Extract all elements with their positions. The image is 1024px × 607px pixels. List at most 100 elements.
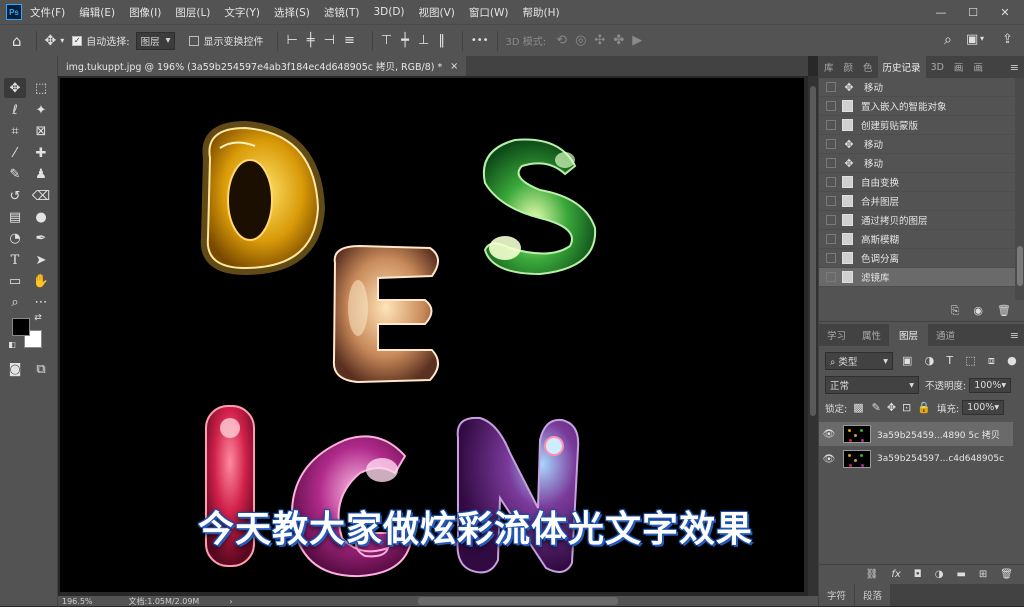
tab-paragraph[interactable]: 段落 (855, 584, 891, 606)
history-item[interactable]: 色调分离 (819, 249, 1015, 268)
tab-3d[interactable]: 3D (926, 56, 949, 78)
history-item[interactable]: ✥ 移动 (819, 78, 1015, 97)
stamp-tool-icon[interactable]: ♟ (30, 164, 52, 184)
menu-select[interactable]: 选择(S) (274, 5, 310, 20)
lock-position-icon[interactable]: ✥ (887, 401, 896, 414)
history-checkbox[interactable] (826, 196, 836, 206)
panel-menu-icon[interactable]: ≡ (1010, 324, 1024, 346)
history-checkbox[interactable] (826, 234, 836, 244)
history-item[interactable]: 自由变换 (819, 173, 1015, 192)
3d-roll-icon[interactable]: ◎ (575, 33, 586, 48)
home-icon[interactable]: ⌂ (12, 32, 22, 50)
gradient-tool-icon[interactable]: ▤ (4, 207, 26, 227)
history-scroll-thumb[interactable] (1017, 246, 1023, 286)
maximize-icon[interactable]: ☐ (956, 0, 990, 24)
path-select-icon[interactable]: ➤ (30, 250, 52, 270)
snapshot-camera-icon[interactable]: ◉ (973, 304, 983, 317)
tab-channels[interactable]: 通道 (928, 324, 963, 346)
eyedropper-icon[interactable]: ⁄ (4, 143, 26, 163)
tab-history[interactable]: 历史记录 (877, 56, 926, 78)
tab-brushes[interactable]: 画 (949, 56, 969, 78)
tab-libraries[interactable]: 库 (819, 56, 839, 78)
history-checkbox[interactable] (826, 158, 836, 168)
3d-pan-icon[interactable]: ✣ (594, 33, 605, 48)
tab-swatches[interactable]: 色 (858, 56, 878, 78)
lasso-tool-icon[interactable]: ℓ (4, 100, 26, 120)
align-top-icon[interactable]: ⊤ (381, 33, 392, 48)
history-checkbox[interactable] (826, 272, 836, 282)
brush-tool-icon[interactable]: ✎ (4, 164, 26, 184)
history-checkbox[interactable] (826, 120, 836, 130)
align-left-icon[interactable]: ⊢ (286, 33, 297, 48)
tab-character[interactable]: 字符 (819, 584, 855, 606)
new-group-icon[interactable]: ▬ (956, 569, 965, 580)
share-icon[interactable]: ⇪ (1002, 32, 1013, 47)
move-tool-icon[interactable]: ✥ (45, 33, 57, 49)
status-arrow-icon[interactable]: › (229, 597, 232, 606)
menu-edit[interactable]: 编辑(E) (79, 5, 115, 20)
default-colors-icon[interactable]: ◧ (6, 338, 18, 350)
history-item[interactable]: 通过拷贝的图层 (819, 211, 1015, 230)
trash-icon[interactable]: 🗑 (997, 304, 1011, 317)
fill-input[interactable]: 100% ▾ (962, 400, 1005, 415)
swap-colors-icon[interactable]: ⇄ (32, 312, 44, 324)
menu-3d[interactable]: 3D(D) (373, 6, 404, 18)
lock-all-icon[interactable]: 🔒 (917, 401, 931, 414)
eye-icon[interactable]: 👁 (819, 429, 839, 440)
search-icon[interactable]: ⌕ (944, 32, 952, 48)
history-item[interactable]: 创建剪贴蒙版 (819, 116, 1015, 135)
align-right-icon[interactable]: ⊣ (324, 33, 335, 48)
layer-style-fx[interactable]: fx (891, 569, 900, 580)
align-middle-icon[interactable]: ┿ (401, 33, 409, 48)
delete-layer-icon[interactable]: 🗑 (1000, 569, 1013, 580)
distribute-v-icon[interactable]: ‖ (438, 33, 445, 48)
tab-properties[interactable]: 属性 (854, 324, 889, 346)
history-item[interactable]: 合并图层 (819, 192, 1015, 211)
rectangle-tool-icon[interactable]: ▭ (4, 271, 26, 291)
menu-view[interactable]: 视图(V) (419, 5, 455, 20)
tab-color[interactable]: 颜 (839, 56, 859, 78)
history-checkbox[interactable] (826, 82, 836, 92)
history-item[interactable]: ✥ 移动 (819, 135, 1015, 154)
distribute-h-icon[interactable]: ≡ (344, 33, 355, 48)
close-tab-icon[interactable]: × (450, 61, 458, 72)
3d-camera-icon[interactable]: ▶ (632, 33, 642, 48)
canvas-vertical-scrollbar[interactable] (808, 76, 818, 596)
filter-adjust-icon[interactable]: ◑ (925, 354, 935, 367)
opacity-input[interactable]: 100% ▾ (969, 377, 1012, 393)
blend-mode-dropdown[interactable]: 正常 ▾ (825, 376, 919, 394)
menu-help[interactable]: 帮助(H) (523, 5, 560, 20)
lock-transparent-icon[interactable]: ▩ (853, 401, 863, 414)
history-brush-icon[interactable]: ↺ (4, 186, 26, 206)
crop-tool-icon[interactable]: ⌗ (4, 121, 26, 141)
history-scrollbar[interactable] (1015, 78, 1024, 300)
menu-window[interactable]: 窗口(W) (469, 5, 509, 20)
hand-tool-icon[interactable]: ✋ (30, 271, 52, 291)
menu-filter[interactable]: 滤镜(T) (324, 5, 360, 20)
healing-brush-icon[interactable]: ✚ (30, 143, 52, 163)
zoom-tool-icon[interactable]: ⌕ (4, 292, 26, 312)
chevron-down-icon[interactable]: ▾ (60, 36, 64, 45)
tab-brush-settings[interactable]: 画 (968, 56, 988, 78)
layer-filter-dropdown[interactable]: ⌕ 类型 ▾ (825, 352, 893, 370)
new-layer-icon[interactable]: ⊞ (979, 569, 987, 580)
foreground-color[interactable] (12, 318, 30, 336)
document-tab[interactable]: img.tukuppt.jpg @ 196% (3a59b254597e4ab3… (58, 56, 467, 76)
move-tool-icon[interactable]: ✥ (4, 78, 26, 98)
adjustment-layer-icon[interactable]: ◑ (935, 569, 944, 580)
lock-artboard-icon[interactable]: ⊡ (902, 401, 911, 414)
link-layers-icon[interactable]: ⛓ (866, 569, 879, 580)
menu-image[interactable]: 图像(I) (129, 5, 161, 20)
eraser-tool-icon[interactable]: ⌫ (30, 186, 52, 206)
scroll-thumb[interactable] (810, 86, 816, 416)
screen-mode-icon[interactable]: ⧉ (30, 359, 52, 379)
history-checkbox[interactable] (826, 177, 836, 187)
filter-shape-icon[interactable]: ⬚ (965, 354, 975, 367)
3d-orbit-icon[interactable]: ⟲ (556, 33, 567, 48)
history-checkbox[interactable] (826, 139, 836, 149)
filter-pixel-icon[interactable]: ▣ (902, 354, 912, 367)
layer-row[interactable]: 👁 3a59b254597...c4d648905c (819, 447, 1013, 471)
more-options-button[interactable]: ••• (471, 35, 489, 46)
menu-file[interactable]: 文件(F) (30, 5, 65, 20)
history-checkbox[interactable] (826, 215, 836, 225)
